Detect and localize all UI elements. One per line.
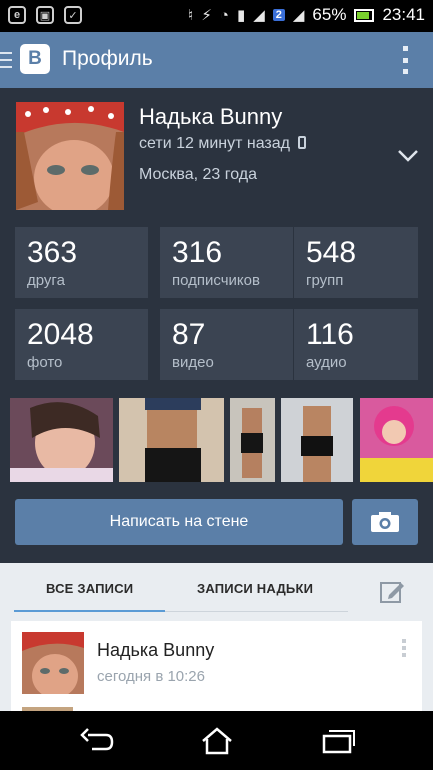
e-icon: e xyxy=(8,6,26,24)
menu-icon[interactable] xyxy=(0,49,12,71)
photo-thumbnail[interactable] xyxy=(119,398,224,482)
camera-button[interactable] xyxy=(352,499,418,545)
post-avatar[interactable] xyxy=(22,632,84,694)
sim2-icon: 2 xyxy=(272,9,285,21)
battery-icon xyxy=(354,8,375,22)
stat-number: 363 xyxy=(27,236,78,269)
image-icon: ▣ xyxy=(36,6,54,24)
overflow-menu-icon[interactable] xyxy=(403,46,409,74)
notification-icons: e ▣ ✓ xyxy=(8,6,82,24)
tab-owner-posts[interactable]: ЗАПИСИ НАДЬКИ xyxy=(197,581,313,596)
signal-icon: ◢ xyxy=(253,7,265,24)
page-title: Профиль xyxy=(62,47,153,70)
post-menu-icon[interactable] xyxy=(402,639,406,657)
stat-label: подписчиков xyxy=(172,272,260,289)
active-tab-indicator xyxy=(14,610,165,612)
app-bar: B Профиль xyxy=(0,32,433,88)
online-status: сети 12 минут назад xyxy=(139,135,307,153)
bag-icon: ✓ xyxy=(64,6,82,24)
recent-apps-icon[interactable] xyxy=(320,727,356,755)
clock: 23:41 xyxy=(382,5,425,24)
stat-number: 116 xyxy=(306,318,354,351)
stat-label: видео xyxy=(172,354,214,371)
signal2-icon: ◢ xyxy=(292,7,305,24)
stat-number: 2048 xyxy=(27,318,94,351)
silent-icon: ⚡ xyxy=(201,7,212,24)
stat-number: 548 xyxy=(306,236,357,269)
chevron-down-icon[interactable] xyxy=(397,148,419,164)
stat-friends[interactable]: 363 друга xyxy=(15,227,148,298)
status-bar: e ▣ ✓ ♮ ⚡ ◔ ▮ ◢ 2 ◢ 65% 23:41 xyxy=(0,0,433,32)
stat-number: 87 xyxy=(172,318,206,351)
back-icon[interactable] xyxy=(80,727,116,755)
home-icon[interactable] xyxy=(199,727,235,755)
wifi-icon: ◔ xyxy=(219,6,229,24)
compose-icon[interactable] xyxy=(379,579,405,605)
system-nav-bar xyxy=(0,711,433,770)
mobile-icon xyxy=(298,136,307,149)
stat-followers[interactable]: 316 подписчиков xyxy=(160,227,293,298)
stat-audio[interactable]: 116 аудио xyxy=(294,309,418,380)
wall-feed: ВСЕ ЗАПИСИ ЗАПИСИ НАДЬКИ Надька Bunny се… xyxy=(0,563,433,711)
photo-thumbnail[interactable] xyxy=(230,398,275,482)
stat-label: фото xyxy=(27,354,63,371)
headset-icon: ♮ xyxy=(187,7,194,24)
photo-thumbnail[interactable] xyxy=(360,398,433,482)
stat-groups[interactable]: 548 групп xyxy=(294,227,418,298)
post-author[interactable]: Надька Bunny xyxy=(97,640,214,661)
stat-videos[interactable]: 87 видео xyxy=(160,309,293,380)
sim1-icon: ▮ xyxy=(236,7,246,24)
photo-thumbnail[interactable] xyxy=(281,398,353,482)
tab-all-posts[interactable]: ВСЕ ЗАПИСИ xyxy=(46,581,133,596)
wall-post[interactable]: Надька Bunny сегодня в 10:26 xyxy=(11,621,422,711)
write-on-wall-button[interactable]: Написать на стене xyxy=(15,499,343,545)
photo-thumbnail[interactable] xyxy=(10,398,113,482)
stat-number: 316 xyxy=(172,236,223,269)
camera-icon xyxy=(371,512,399,532)
photo-strip xyxy=(10,398,433,482)
stat-label: групп xyxy=(306,272,344,289)
vk-logo[interactable]: B xyxy=(20,44,50,74)
post-time: сегодня в 10:26 xyxy=(97,668,205,685)
battery-percent: 65% xyxy=(312,5,347,24)
system-status: ♮ ⚡ ◔ ▮ ◢ 2 ◢ 65% 23:41 xyxy=(188,5,425,25)
profile-city-age: Москва, 23 года xyxy=(139,166,258,183)
profile-name: Надька Bunny xyxy=(139,104,283,129)
online-text: сети 12 минут назад xyxy=(139,135,290,152)
stat-photos[interactable]: 2048 фото xyxy=(15,309,148,380)
tab-divider xyxy=(165,611,348,612)
stat-label: аудио xyxy=(306,354,347,371)
profile-section: Надька Bunny сети 12 минут назад Москва,… xyxy=(0,88,433,563)
profile-avatar[interactable] xyxy=(16,102,124,210)
stat-label: друга xyxy=(27,272,65,289)
